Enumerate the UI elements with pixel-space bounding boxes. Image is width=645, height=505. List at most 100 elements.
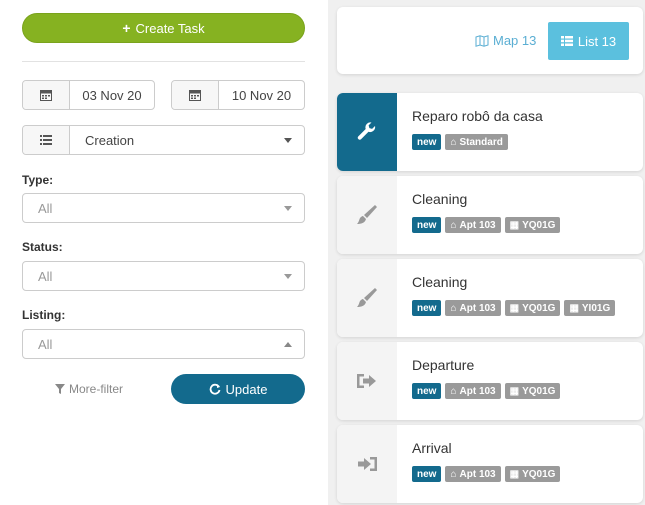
sign-in-icon — [358, 457, 377, 471]
listing-value: All — [38, 336, 53, 352]
task-card[interactable]: Reparo robô da casa new ⌂ Standard — [337, 93, 643, 171]
task-title: Cleaning — [412, 274, 468, 290]
status-badge: new — [412, 466, 442, 482]
task-title: Departure — [412, 357, 475, 373]
listing-label: Listing: — [22, 308, 66, 322]
divider — [22, 61, 305, 62]
type-value: All — [38, 200, 53, 216]
chevron-down-icon — [284, 205, 292, 211]
update-button[interactable]: Update — [171, 374, 305, 404]
task-icon-area — [337, 425, 397, 503]
listing-badge-label: Apt 103 — [459, 219, 496, 231]
list-icon — [23, 126, 70, 154]
task-card[interactable]: Cleaning new ⌂ Apt 103 ▦ YQ01G ▦ YI01G — [337, 259, 643, 337]
calendar-icon: ▦ — [509, 385, 520, 397]
refresh-icon — [209, 383, 220, 395]
task-card[interactable]: Departure new ⌂ Apt 103 ▦ YQ01G — [337, 342, 643, 420]
task-tags: new ⌂ Apt 103 ▦ YQ01G — [412, 217, 561, 233]
calendar-icon — [23, 81, 70, 109]
reservation-badge-label: YQ01G — [522, 302, 556, 314]
task-tags: new ⌂ Standard — [412, 134, 508, 150]
list-view-button[interactable]: List 13 — [548, 22, 629, 60]
calendar-icon: ▦ — [509, 219, 520, 231]
date-from-value: 03 Nov 20 — [82, 87, 142, 103]
listing-badge: ⌂ Apt 103 — [445, 300, 501, 316]
sign-out-icon — [357, 374, 376, 388]
chevron-down-icon — [284, 137, 292, 143]
map-view-button[interactable]: Map 13 — [475, 33, 536, 48]
create-task-label: Create Task — [135, 20, 205, 36]
task-card[interactable]: Cleaning new ⌂ Apt 103 ▦ YQ01G — [337, 176, 643, 254]
listing-select[interactable]: All — [22, 329, 305, 359]
type-badge-label: Standard — [459, 136, 503, 148]
listing-badge: ⌂ Apt 103 — [445, 466, 501, 482]
filter-icon — [55, 384, 65, 394]
reservation-badge: ▦ YQ01G — [504, 466, 561, 482]
type-select[interactable]: All — [22, 193, 305, 223]
type-label: Type: — [22, 173, 54, 187]
reservation-badge: ▦ YQ01G — [504, 300, 561, 316]
home-icon: ⌂ — [450, 136, 457, 148]
task-title: Reparo robô da casa — [412, 108, 543, 124]
brush-icon — [357, 205, 377, 224]
wrench-icon — [357, 122, 376, 140]
chevron-down-icon — [284, 273, 292, 279]
more-filter-link[interactable]: More-filter — [55, 382, 123, 396]
sort-value: Creation — [85, 132, 135, 148]
date-to-field[interactable]: 10 Nov 20 — [171, 80, 305, 110]
home-icon: ⌂ — [450, 219, 457, 231]
sort-select[interactable]: Creation — [22, 125, 305, 155]
status-select[interactable]: All — [22, 261, 305, 291]
listing-badge-label: Apt 103 — [459, 302, 496, 314]
reservation-badge: ▦ YQ01G — [504, 383, 561, 399]
calendar-icon: ▦ — [509, 302, 520, 314]
brush-icon — [357, 288, 377, 307]
home-icon: ⌂ — [450, 385, 457, 397]
status-badge: new — [412, 217, 442, 233]
status-badge: new — [412, 383, 442, 399]
status-badge: new — [412, 134, 442, 150]
update-label: Update — [225, 381, 268, 397]
status-label: Status: — [22, 240, 63, 254]
listing-badge-label: Apt 103 — [459, 385, 496, 397]
filter-panel: + Create Task 03 Nov 20 10 Nov 20 Creati… — [0, 0, 328, 505]
task-icon-area — [337, 93, 397, 171]
reservation-badge-label: YI01G — [581, 302, 611, 314]
date-from-field[interactable]: 03 Nov 20 — [22, 80, 155, 110]
status-badge: new — [412, 300, 442, 316]
listing-badge-label: Apt 103 — [459, 468, 496, 480]
type-badge: ⌂ Standard — [445, 134, 508, 150]
calendar-icon: ▦ — [569, 302, 579, 314]
chevron-up-icon — [284, 341, 292, 347]
reservation-badge: ▦ YQ01G — [504, 217, 561, 233]
task-title: Cleaning — [412, 191, 468, 207]
calendar-icon: ▦ — [509, 468, 520, 480]
more-filter-label: More-filter — [69, 382, 124, 396]
task-title: Arrival — [412, 440, 452, 456]
task-card[interactable]: Arrival new ⌂ Apt 103 ▦ YQ01G — [337, 425, 643, 503]
task-icon-area — [337, 259, 397, 337]
task-icon-area — [337, 342, 397, 420]
th-list-icon — [560, 36, 573, 46]
calendar-icon — [172, 81, 219, 109]
listing-badge: ⌂ Apt 103 — [445, 217, 501, 233]
reservation-badge-label: YQ01G — [522, 219, 556, 231]
task-icon-area — [337, 176, 397, 254]
reservation-badge-label: YQ01G — [522, 468, 556, 480]
create-task-button[interactable]: + Create Task — [22, 13, 305, 43]
list-view-label: List 13 — [577, 33, 617, 49]
status-value: All — [38, 268, 53, 284]
reservation-badge-label: YQ01G — [522, 385, 556, 397]
task-list-panel: Map 13 List 13 Reparo robô da casa new ⌂… — [328, 0, 645, 505]
plus-icon: + — [122, 20, 131, 36]
task-tags: new ⌂ Apt 103 ▦ YQ01G — [412, 466, 561, 482]
date-to-value: 10 Nov 20 — [231, 87, 292, 103]
home-icon: ⌂ — [450, 468, 457, 480]
task-tags: new ⌂ Apt 103 ▦ YQ01G — [412, 383, 561, 399]
home-icon: ⌂ — [450, 302, 457, 314]
map-icon — [475, 34, 489, 47]
view-toggle-bar: Map 13 List 13 — [337, 7, 643, 74]
map-view-label: Map 13 — [493, 33, 537, 48]
listing-badge: ⌂ Apt 103 — [445, 383, 501, 399]
task-tags: new ⌂ Apt 103 ▦ YQ01G ▦ YI01G — [412, 300, 616, 316]
